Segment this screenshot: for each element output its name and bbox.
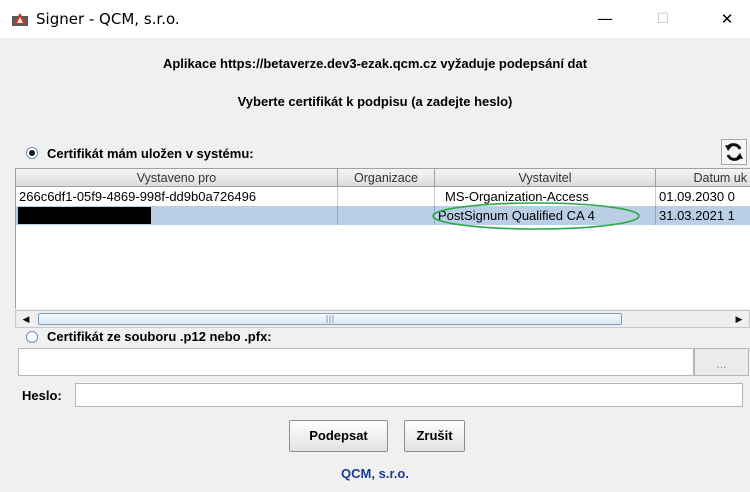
close-button[interactable]: ✕ bbox=[704, 0, 750, 38]
grip-icon bbox=[326, 315, 334, 323]
cell-valid-date: 01.09.2030 0 bbox=[656, 187, 750, 206]
column-header-issuer[interactable]: Vystavitel bbox=[435, 169, 656, 187]
scrollbar-thumb[interactable] bbox=[38, 313, 622, 325]
column-header-issued-to[interactable]: Vystaveno pro bbox=[16, 169, 338, 187]
cell-issued-to bbox=[16, 206, 338, 225]
certificate-table: Vystaveno pro Organizace Vystavitel Datu… bbox=[15, 168, 750, 309]
column-header-valid-date[interactable]: Datum uk bbox=[656, 169, 750, 187]
file-cert-radio[interactable] bbox=[26, 331, 38, 343]
column-header-organization[interactable]: Organizace bbox=[338, 169, 435, 187]
instruction-message: Vyberte certifikát k podpisu (a zadejte … bbox=[237, 94, 513, 109]
cell-organization bbox=[338, 187, 435, 206]
scroll-left-arrow-icon[interactable]: ◀ bbox=[18, 312, 34, 326]
browse-file-button[interactable]: ... bbox=[694, 348, 749, 376]
password-label: Heslo: bbox=[22, 388, 62, 403]
cell-organization bbox=[338, 206, 435, 225]
footer-company-link[interactable]: QCM, s.r.o. bbox=[0, 448, 750, 492]
file-path-input[interactable] bbox=[18, 348, 694, 376]
password-input[interactable] bbox=[75, 383, 743, 407]
minimize-button[interactable]: — bbox=[582, 0, 628, 38]
maximize-button[interactable]: ☐ bbox=[640, 0, 686, 38]
dialog-content: Aplikace https://betaverze.dev3-ezak.qcm… bbox=[0, 38, 750, 492]
file-cert-label: Certifikát ze souboru .p12 nebo .pfx: bbox=[47, 329, 272, 344]
refresh-button[interactable] bbox=[721, 139, 747, 165]
refresh-icon bbox=[725, 143, 743, 161]
system-cert-label: Certifikát mám uložen v systému: bbox=[47, 146, 254, 161]
system-cert-radio[interactable] bbox=[26, 147, 38, 159]
table-horizontal-scrollbar[interactable]: ◀ ▶ bbox=[15, 310, 750, 328]
request-message: Aplikace https://betaverze.dev3-ezak.qcm… bbox=[162, 56, 588, 71]
highlight-ellipse bbox=[432, 202, 640, 230]
cell-issued-to: 266c6df1-05f9-4869-998f-dd9b0a726496 bbox=[16, 187, 338, 206]
signer-app-icon bbox=[12, 13, 28, 26]
window-titlebar: Signer - QCM, s.r.o. — ☐ ✕ bbox=[0, 0, 750, 38]
cell-valid-date: 31.03.2021 1 bbox=[656, 206, 750, 225]
window-title: Signer - QCM, s.r.o. bbox=[36, 10, 180, 28]
scroll-right-arrow-icon[interactable]: ▶ bbox=[731, 312, 747, 326]
